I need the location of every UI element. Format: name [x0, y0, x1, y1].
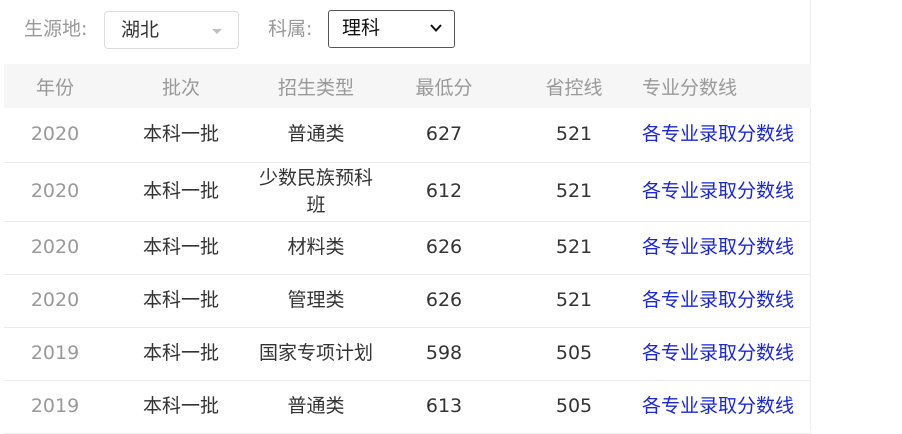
major-scores-link[interactable]: 各专业录取分数线 [642, 180, 794, 202]
cell-batch: 本科一批 [142, 180, 219, 202]
cell-batch: 本科一批 [142, 289, 219, 311]
cell-province-line: 521 [555, 236, 593, 258]
caret-down-icon [212, 29, 222, 34]
cell-major-link: 各专业录取分数线 [636, 162, 811, 221]
header-type: 招生类型 [277, 76, 354, 99]
cell-batch: 本科一批 [142, 123, 219, 146]
cell-year: 2019 [30, 395, 80, 417]
major-scores-link[interactable]: 各专业录取分数线 [642, 289, 794, 311]
category-select[interactable]: 理科 [328, 10, 455, 48]
filter-bar: 生源地: 湖北 科属: 理科 [0, 0, 811, 62]
cell-year: 2020 [30, 289, 80, 311]
chevron-down-icon [430, 24, 442, 32]
source-region-select[interactable]: 湖北 [104, 11, 239, 49]
header-major-scores: 专业分数线 [642, 76, 738, 99]
cell-year: 2019 [30, 342, 80, 364]
cell-min-score: 626 [425, 289, 463, 311]
category-value: 理科 [342, 17, 381, 39]
cell-major-link: 各专业录取分数线 [636, 380, 811, 433]
cell-major-link: 各专业录取分数线 [636, 108, 811, 162]
cell-major-link: 各专业录取分数线 [636, 327, 811, 380]
cell-type: 管理类 [287, 289, 345, 311]
table-header-row: 年份 批次 招生类型 最低分 省控线 专业分数线 [4, 64, 811, 108]
category-label: 科属: [268, 18, 313, 40]
table-row: 2019 本科一批 国家专项计划 598 505 各专业录取分数线 [4, 327, 811, 380]
cell-batch: 本科一批 [142, 236, 219, 258]
cell-min-score: 626 [425, 236, 463, 258]
table-row: 2020 本科一批 少数民族预科班 612 521 各专业录取分数线 [4, 162, 811, 221]
cell-province-line: 505 [555, 342, 593, 364]
table-row: 2020 本科一批 材料类 626 521 各专业录取分数线 [4, 221, 811, 274]
cell-min-score: 613 [425, 395, 463, 417]
cell-province-line: 521 [555, 180, 593, 202]
cell-province-line: 521 [555, 123, 593, 146]
cell-year: 2020 [30, 123, 80, 146]
cell-batch: 本科一批 [142, 342, 219, 364]
cell-year: 2020 [30, 236, 80, 258]
major-scores-link[interactable]: 各专业录取分数线 [642, 236, 794, 258]
cell-min-score: 627 [425, 123, 463, 146]
cell-type: 普通类 [287, 123, 345, 146]
cell-min-score: 612 [425, 180, 463, 202]
source-region-label: 生源地: [24, 18, 88, 40]
header-province-line: 省控线 [545, 76, 603, 99]
score-table: 年份 批次 招生类型 最低分 省控线 专业分数线 2020 本科一批 普通类 6… [4, 64, 811, 434]
major-scores-link[interactable]: 各专业录取分数线 [642, 342, 794, 364]
cell-major-link: 各专业录取分数线 [636, 274, 811, 327]
cell-type: 材料类 [287, 236, 345, 258]
cell-min-score: 598 [425, 342, 463, 364]
table-row: 2020 本科一批 管理类 626 521 各专业录取分数线 [4, 274, 811, 327]
table-row: 2019 本科一批 普通类 613 505 各专业录取分数线 [4, 380, 811, 433]
cell-type: 普通类 [287, 395, 345, 417]
cell-year: 2020 [30, 180, 80, 202]
header-min-score: 最低分 [415, 76, 473, 99]
header-year: 年份 [35, 76, 74, 99]
header-batch: 批次 [161, 76, 200, 99]
cell-major-link: 各专业录取分数线 [636, 221, 811, 274]
cell-batch: 本科一批 [142, 395, 219, 417]
major-scores-link[interactable]: 各专业录取分数线 [642, 395, 794, 417]
cell-type: 少数民族预科班 [258, 166, 373, 216]
table-row: 2020 本科一批 普通类 627 521 各专业录取分数线 [4, 108, 811, 162]
cell-province-line: 505 [555, 395, 593, 417]
source-region-value: 湖北 [121, 19, 160, 41]
major-scores-link[interactable]: 各专业录取分数线 [642, 123, 794, 145]
cell-province-line: 521 [555, 289, 593, 311]
score-panel: 生源地: 湖北 科属: 理科 年份 批次 招生类型 最低分 省控线 专业分数线 [0, 0, 811, 434]
cell-type: 国家专项计划 [258, 342, 373, 364]
